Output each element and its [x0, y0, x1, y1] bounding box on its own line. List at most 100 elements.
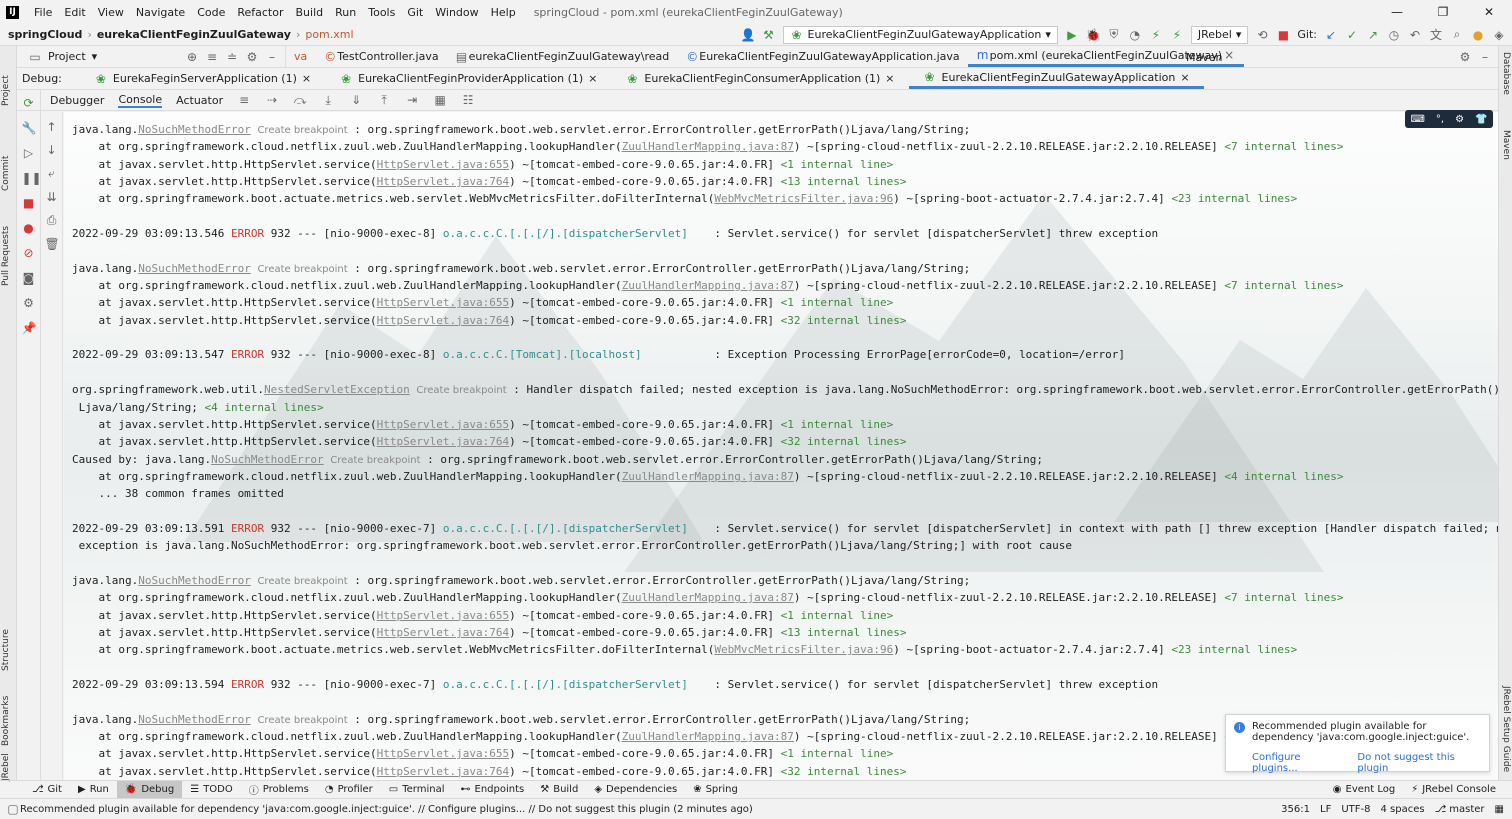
hide-icon[interactable]: –	[1478, 50, 1492, 64]
toolwindow-git[interactable]: ⎇ Git	[24, 781, 70, 798]
menu-code[interactable]: Code	[191, 6, 231, 19]
git-branch[interactable]: ⎇ master	[1435, 804, 1485, 815]
toolwindow-spring[interactable]: ❀ Spring	[685, 781, 746, 798]
tab-debugger[interactable]: Debugger	[50, 94, 104, 107]
menu-build[interactable]: Build	[290, 6, 330, 19]
run-config-selector[interactable]: ❀ EurekaClientFeginZuulGatewayApplicatio…	[782, 25, 1058, 44]
profile-icon[interactable]: ◔	[1128, 28, 1142, 42]
run-to-cursor-icon[interactable]: ⇥	[405, 93, 419, 107]
source-link[interactable]: HttpServlet.java:655	[377, 296, 509, 309]
toolwindow-build[interactable]: ⚒ Build	[532, 781, 586, 798]
git-push-icon[interactable]: ↗	[1366, 28, 1380, 42]
console-output[interactable]: java.lang.NoSuchMethodError Create break…	[64, 112, 1498, 780]
run-icon[interactable]: ▶	[1065, 28, 1079, 42]
update-icon[interactable]: ●	[1471, 28, 1485, 42]
jrebel-debug-icon[interactable]: ⚡	[1170, 28, 1184, 42]
exception-link[interactable]: NoSuchMethodError	[138, 123, 251, 136]
tab-actuator[interactable]: Actuator	[176, 94, 223, 107]
debug-session-tab[interactable]: ❀ EurekaClientFeginProviderApplication (1…	[325, 68, 611, 89]
exception-link[interactable]: NoSuchMethodError	[138, 262, 251, 275]
menu-window[interactable]: Window	[429, 6, 484, 19]
tab-application[interactable]: © EurekaClientFeginZuulGatewayApplication…	[677, 46, 967, 67]
project-toolwindow-header[interactable]: ▭ Project ▾ ⊕ ≡ ≐ ⚙ –	[0, 46, 286, 67]
source-link[interactable]: ZuulHandlerMapping.java:87	[622, 140, 794, 153]
jrebel-selector[interactable]: JRebel ▾	[1190, 25, 1249, 44]
coverage-icon[interactable]: ⛨	[1107, 27, 1121, 42]
menu-navigate[interactable]: Navigate	[130, 6, 191, 19]
source-link[interactable]: HttpServlet.java:764	[377, 175, 509, 188]
menu-refactor[interactable]: Refactor	[231, 6, 289, 19]
camera-icon[interactable]: ◙	[22, 271, 36, 285]
source-link[interactable]: HttpServlet.java:655	[377, 609, 509, 622]
rerun-icon[interactable]: ⟳	[22, 96, 36, 110]
close-icon[interactable]: ×	[302, 72, 311, 85]
source-link[interactable]: HttpServlet.java:655	[377, 747, 509, 760]
menu-tools[interactable]: Tools	[362, 6, 401, 19]
debug-session-tab[interactable]: ❀ EurekaFeginServerApplication (1) ×	[80, 68, 325, 89]
menu-git[interactable]: Git	[401, 6, 429, 19]
create-breakpoint-link[interactable]: Create breakpoint	[416, 385, 506, 396]
memory-icon[interactable]: ▦	[1495, 804, 1504, 815]
user-icon[interactable]: 👤	[741, 28, 756, 42]
down-icon[interactable]: ↓	[45, 143, 59, 157]
toolwindow-problems[interactable]: ⓘ Problems	[241, 781, 317, 798]
debug-session-tab[interactable]: ❀ EurekaClientFeginConsumerApplication (1…	[611, 68, 908, 89]
source-link[interactable]: HttpServlet.java:764	[377, 314, 509, 327]
history-icon[interactable]: ◷	[1387, 28, 1401, 42]
pause-icon[interactable]: ❚❚	[22, 171, 42, 185]
toolwindow-debug[interactable]: 🐞 Debug	[116, 781, 183, 798]
caret-position[interactable]: 356:1	[1281, 804, 1310, 815]
maven-toolwindow-label[interactable]: Maven	[1186, 46, 1222, 67]
step-over-icon[interactable]: ⤼	[293, 93, 307, 108]
git-commit-icon[interactable]: ✓	[1345, 28, 1359, 42]
create-breakpoint-link[interactable]: Create breakpoint	[257, 576, 347, 587]
strip-jrebel-setup[interactable]: JRebel Setup Guide	[1501, 686, 1511, 772]
menu-edit[interactable]: Edit	[58, 6, 91, 19]
collapse-all-icon[interactable]: ≐	[225, 50, 239, 64]
search-icon[interactable]: ⌕	[1450, 27, 1464, 42]
source-link[interactable]: WebMvcMetricsFilter.java:96	[714, 192, 893, 205]
mute-breakpoints-icon[interactable]: ⊘	[22, 246, 36, 260]
create-breakpoint-link[interactable]: Create breakpoint	[257, 264, 347, 275]
gear-icon[interactable]: ⚙	[1458, 50, 1472, 64]
tab-va[interactable]: va	[286, 46, 315, 67]
menu-run[interactable]: Run	[329, 6, 362, 19]
wrench-icon[interactable]: 🔧	[22, 121, 37, 135]
menu-icon[interactable]: ≡	[237, 93, 251, 107]
exception-link[interactable]: NestedServletException	[264, 383, 410, 396]
pin-icon[interactable]: 📌	[22, 321, 37, 335]
tab-console[interactable]: Console	[118, 93, 163, 108]
breadcrumb-file[interactable]: pom.xml	[305, 28, 353, 41]
toolwindow-terminal[interactable]: ▭ Terminal	[381, 781, 453, 798]
debug-icon[interactable]: 🐞	[1086, 28, 1101, 42]
jrebel-run-icon[interactable]: ⚡	[1149, 28, 1163, 42]
close-icon[interactable]: ×	[588, 72, 597, 85]
close-icon[interactable]: ×	[1180, 71, 1189, 84]
toolwindow-dependencies[interactable]: ◈ Dependencies	[586, 781, 685, 798]
resume-icon[interactable]: ▷	[22, 146, 36, 160]
menu-file[interactable]: File	[28, 6, 58, 19]
tab-readme[interactable]: ▤ eurekaClientFeginZuulGateway\read	[447, 46, 678, 67]
rollback-icon[interactable]: ↶	[1408, 28, 1422, 42]
menu-view[interactable]: View	[92, 6, 130, 19]
strip-pull-requests[interactable]: Pull Requests	[1, 226, 11, 286]
restore-icon[interactable]: ❐	[1420, 5, 1466, 19]
source-link[interactable]: HttpServlet.java:764	[377, 626, 509, 639]
source-link[interactable]: ZuulHandlerMapping.java:87	[622, 591, 794, 604]
source-link[interactable]: ZuulHandlerMapping.java:87	[622, 279, 794, 292]
force-step-into-icon[interactable]: ⇓	[349, 93, 363, 107]
do-not-suggest-link[interactable]: Do not suggest this plugin	[1357, 752, 1481, 774]
minimize-icon[interactable]: —	[1374, 5, 1420, 19]
toolwindow-run[interactable]: ▶ Run	[70, 781, 117, 798]
stop-icon[interactable]: ■	[22, 196, 36, 210]
file-encoding[interactable]: UTF-8	[1341, 804, 1370, 815]
scroll-to-end-icon[interactable]: ⇊	[45, 190, 59, 204]
exception-link[interactable]: NoSuchMethodError	[138, 574, 251, 587]
exception-link[interactable]: NoSuchMethodError	[211, 453, 324, 466]
configure-plugins-link[interactable]: Configure plugins...	[1252, 752, 1343, 774]
hammer-icon[interactable]: ⚒	[762, 28, 776, 42]
toolwindow-event-log[interactable]: ◉ Event Log	[1325, 781, 1403, 798]
create-breakpoint-link[interactable]: Create breakpoint	[257, 715, 347, 726]
show-execution-point-icon[interactable]: ⇢	[265, 93, 279, 107]
stop-icon[interactable]: ■	[1276, 28, 1290, 42]
